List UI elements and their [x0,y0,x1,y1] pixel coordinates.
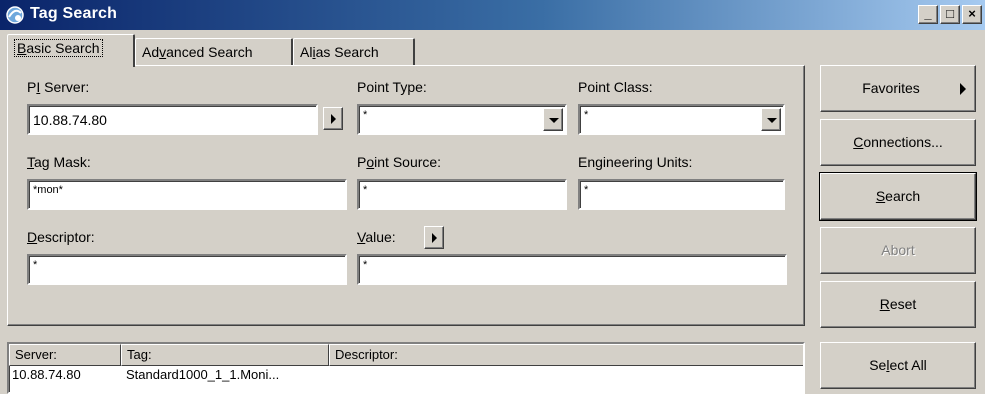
pi-server-arrow-button[interactable] [323,107,343,130]
column-header-server[interactable]: Server: [9,344,121,366]
descriptor-field[interactable]: * [27,254,347,285]
column-header-descriptor[interactable]: Descriptor: [329,344,803,366]
select-all-button[interactable]: Select All [820,342,976,389]
chevron-down-icon [767,118,777,123]
engineering-units-field[interactable]: * [578,179,785,210]
abort-button: Abort [820,227,976,274]
arrow-right-icon [331,114,336,124]
tab-alias-search[interactable]: Alias Search [293,38,415,66]
close-button[interactable]: × [962,5,982,24]
point-class-select[interactable]: * [578,104,785,135]
value-label: Value: [357,229,396,245]
value-operator-button[interactable] [424,226,444,249]
tag-mask-label: Tag Mask: [27,154,91,170]
minimize-button[interactable]: _ [918,5,938,24]
tag-mask-field[interactable]: *mon* [27,179,347,210]
pi-server-field[interactable]: 10.88.74.80 [27,104,318,135]
point-type-label: Point Type: [357,79,427,95]
point-source-field[interactable]: * [357,179,567,210]
window-title: Tag Search [30,5,118,22]
reset-button[interactable]: Reset [820,281,976,328]
point-type-select[interactable]: * [357,104,567,135]
tab-advanced-search[interactable]: Advanced Search [135,38,293,66]
tag-search-app-icon [6,6,24,24]
arrow-right-icon [960,83,966,95]
chevron-down-icon [549,118,559,123]
arrow-right-icon [432,233,437,243]
point-class-label: Point Class: [578,79,653,95]
connections-button[interactable]: Connections... [820,119,976,166]
maximize-button[interactable]: □ [940,5,960,24]
result-server-cell: 10.88.74.80 [12,367,81,382]
engineering-units-label: Engineering Units: [578,154,693,170]
point-class-dropdown-button[interactable] [761,108,781,131]
value-field[interactable]: * [357,254,787,285]
basic-search-panel: PI Server: 10.88.74.80 Point Type: * Poi… [7,65,805,326]
point-type-dropdown-button[interactable] [543,108,563,131]
pi-server-label: PI Server: [27,79,90,95]
column-header-tag[interactable]: Tag: [121,344,329,366]
favorites-button[interactable]: Favorites [820,65,976,112]
search-button[interactable]: Search [819,172,977,221]
tab-basic-search[interactable]: Basic Search [7,34,135,67]
descriptor-label: Descriptor: [27,229,95,245]
result-tag-cell: Standard1000_1_1.Moni... [126,367,280,382]
point-source-label: Point Source: [357,154,442,170]
results-list[interactable]: Server: Tag: Descriptor: 10.88.74.80 Sta… [7,342,805,394]
title-bar: Tag Search _ □ × [0,0,985,30]
